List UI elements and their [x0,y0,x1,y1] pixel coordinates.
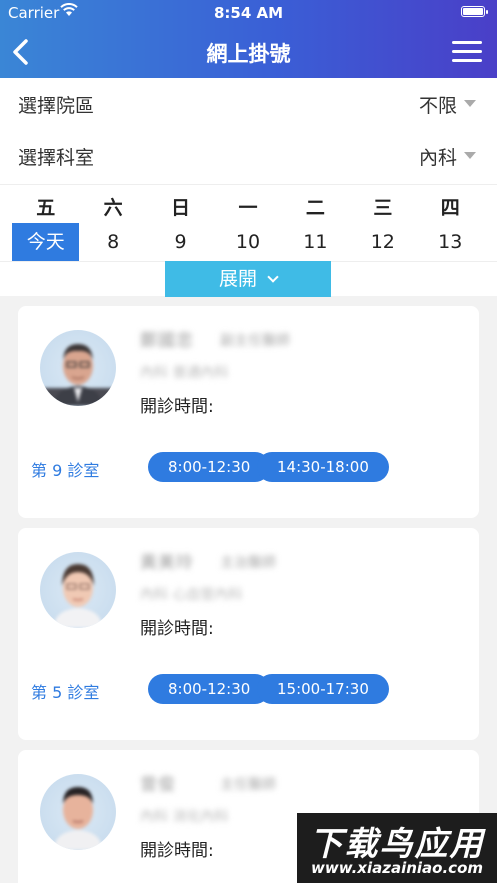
department-selector[interactable]: 選擇科室 內科 [0,130,497,182]
time-slot-button[interactable]: 14:30-18:00 [257,452,389,482]
date-cell[interactable]: 11 [282,223,349,261]
campus-value: 不限 [418,95,457,117]
date-cell[interactable]: 12 [349,223,416,261]
date-today[interactable]: 今天 [12,223,80,261]
time-slot-button[interactable]: 8:00-12:30 [148,674,271,704]
status-bar: Carrier 8:54 AM [0,0,497,26]
battery-icon [461,6,488,17]
nav-bar: 網上掛號 [0,26,497,78]
clinic-room: 第 9 診室 [31,461,100,480]
date-cell[interactable]: 8 [79,223,146,261]
department-label: 選擇科室 [18,147,95,169]
doctor-name: 黃美玲 [140,553,194,573]
campus-selector[interactable]: 選擇院區 不限 [0,78,497,130]
date-strip: 五 六 日 一 二 三 四 今天 8 9 10 11 12 13 展開 [0,184,497,297]
watermark-url: www.xiazainiao.com [310,859,484,877]
hamburger-menu-icon [452,41,482,44]
date-row: 今天 8 9 10 11 12 13 [12,223,484,261]
weekday-label: 日 [171,197,191,219]
time-slot-button[interactable]: 15:00-17:30 [257,674,389,704]
doctor-specialty: 內科 普通內科 [140,365,229,381]
filter-panel: 選擇院區 不限 選擇科室 內科 [0,78,497,184]
doctor-avatar [40,774,116,850]
weekday-label: 一 [238,197,258,219]
caret-down-icon [464,152,476,159]
clinic-room: 第 5 診室 [31,683,100,702]
doctor-avatar [40,552,116,628]
watermark-title: 下载鸟应用 [309,824,485,863]
status-time: 8:54 AM [213,4,284,22]
time-slot-button[interactable]: 8:00-12:30 [148,452,271,482]
doctor-card[interactable]: 黃美玲 主治醫師 內科 心血管內科 開診時間: 第 5 診室 8:00-12:3… [18,528,479,740]
doctor-avatar [40,330,116,406]
doctor-photo [40,344,116,406]
doctor-photo [54,564,102,628]
weekday-row: 五 六 日 一 二 三 四 [12,193,484,220]
doctor-name: 曾俊 [140,775,176,795]
date-cell[interactable]: 13 [417,223,484,261]
chevron-down-icon [267,271,279,283]
hours-label: 開診時間: [140,619,214,639]
app-header: Carrier 8:54 AM 網上掛號 [0,0,497,78]
date-cell[interactable]: 10 [214,223,281,261]
expand-label: 展開 [218,268,257,290]
doctor-specialty: 內科 心血管內科 [140,587,243,603]
page-title: 網上掛號 [206,42,291,66]
campus-label: 選擇院區 [18,95,95,117]
hours-label: 開診時間: [140,841,214,861]
weekday-label: 六 [103,197,123,219]
weekday-label: 四 [440,197,460,219]
weekday-label: 二 [305,197,325,219]
caret-down-icon [464,100,476,107]
doctor-specialty: 內科 消化內科 [140,809,229,825]
weekday-label: 五 [36,197,56,219]
menu-button[interactable] [452,39,482,65]
doctor-title: 主治醫師 [220,555,276,571]
doctor-photo [54,787,102,850]
watermark-logo: 下载鸟应用 www.xiazainiao.com [297,813,497,883]
weekday-label: 三 [373,197,393,219]
date-cell[interactable]: 9 [147,223,214,261]
doctor-name: 鄭國忠 [140,331,194,351]
doctor-title: 主任醫師 [220,777,276,793]
doctor-card[interactable]: 鄭國忠 副主任醫師 內科 普通內科 開診時間: 第 9 診室 8:00-12:3… [18,306,479,518]
expand-button[interactable]: 展開 [165,261,331,297]
doctor-title: 副主任醫師 [220,333,290,349]
hours-label: 開診時間: [140,397,214,417]
department-value: 內科 [418,147,457,169]
